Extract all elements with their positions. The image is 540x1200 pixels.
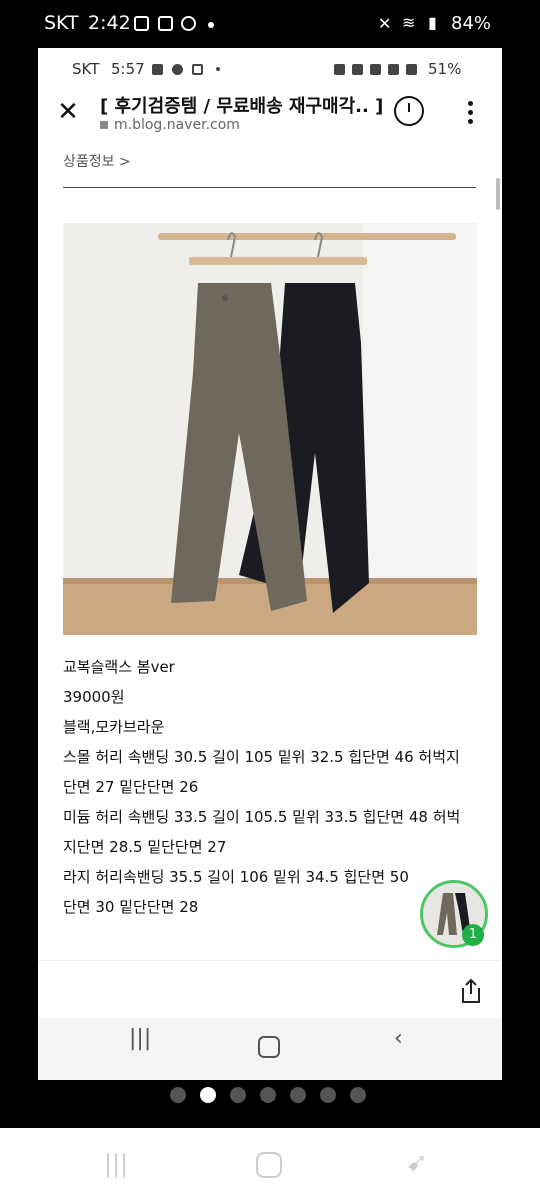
floating-badge: 1	[462, 924, 484, 946]
recent-apps-icon[interactable]: |||	[104, 1150, 128, 1178]
product-photo	[63, 223, 477, 635]
home-icon[interactable]	[256, 1152, 282, 1178]
home-icon[interactable]	[258, 1036, 280, 1058]
app2-icon	[192, 64, 203, 75]
wifi-icon: ≋	[402, 13, 416, 32]
product-name: 교복슬랙스 봄ver	[63, 658, 175, 676]
wifi-icon	[388, 64, 399, 75]
history-icon[interactable]	[394, 96, 424, 126]
alarm2-icon	[352, 64, 363, 75]
inner-time: 5:57	[111, 60, 145, 78]
mute-icon: ✕	[378, 14, 392, 33]
app-icon	[172, 64, 183, 75]
signal-icon	[406, 64, 417, 75]
size-small: 스몰 허리 속밴딩 30.5 길이 105 밑위 32.5 힙단면 46 허벅지	[63, 748, 460, 766]
size-medium: 미듐 허리 속밴딩 33.5 길이 105.5 밑위 33.5 힙단면 48 허…	[63, 808, 461, 826]
size-large: 라지 허리속밴딩 35.5 길이 106 밑위 34.5 힙단면 50	[63, 868, 409, 886]
signal-icon: ▮	[428, 13, 437, 32]
coffee-icon	[152, 64, 163, 75]
product-info-link[interactable]: 상품정보 >	[63, 151, 131, 171]
inner-status-bar: SKT 5:57 51%	[38, 48, 502, 88]
divider	[63, 187, 476, 188]
outer-nav-bar: ||| ➹	[0, 1128, 540, 1200]
assistant-icon[interactable]: ➹	[406, 1148, 428, 1178]
inner-battery: 51%	[428, 60, 462, 78]
recent-apps-icon[interactable]: |||	[129, 1026, 151, 1051]
mute-icon	[370, 64, 381, 75]
size-small-cont: 단면 27 밑단단면 26	[63, 778, 199, 796]
share-icon[interactable]	[459, 978, 483, 1004]
outer-battery: 84%	[451, 13, 492, 34]
browser-screenshot: SKT 5:57 51% ✕ [ 후기검증템 / 무료배송 재구매각.. ] m…	[38, 48, 502, 1080]
outer-carrier: SKT	[44, 12, 79, 34]
page-url: m.blog.naver.com	[114, 117, 240, 133]
page-content[interactable]: 상품정보 > 교복슬랙스 봄ver 39000원 블랙,모카브라운 스몰 허리 …	[38, 143, 502, 965]
page-indicator	[170, 1087, 370, 1103]
alarm-icon	[334, 64, 345, 75]
gallery-icon	[134, 16, 149, 31]
notification-dot-icon	[216, 67, 220, 71]
page-indicator-active	[200, 1087, 216, 1103]
product-colors: 블랙,모카브라운	[63, 718, 165, 736]
lock-icon	[100, 121, 108, 129]
talk-icon	[181, 16, 196, 31]
outer-time: 2:42	[88, 12, 131, 34]
page-title: [ 후기검증템 / 무료배송 재구매각.. ]	[100, 96, 384, 117]
message-icon	[158, 16, 173, 31]
inner-carrier: SKT	[72, 60, 100, 78]
size-large-cont: 단면 30 밑단단면 28	[63, 898, 199, 916]
outer-status-bar: SKT 2:42 ✕ ≋ ▮ 84%	[0, 0, 540, 48]
size-medium-cont: 지단면 28.5 밑단단면 27	[63, 838, 227, 856]
close-icon[interactable]: ✕	[56, 99, 80, 125]
browser-bottom-bar	[38, 960, 502, 1016]
back-icon[interactable]: ‹	[394, 1026, 403, 1051]
product-price: 39000원	[63, 688, 125, 706]
more-icon[interactable]	[468, 101, 474, 125]
notification-dot-icon	[208, 22, 214, 28]
scrollbar[interactable]	[496, 178, 500, 210]
